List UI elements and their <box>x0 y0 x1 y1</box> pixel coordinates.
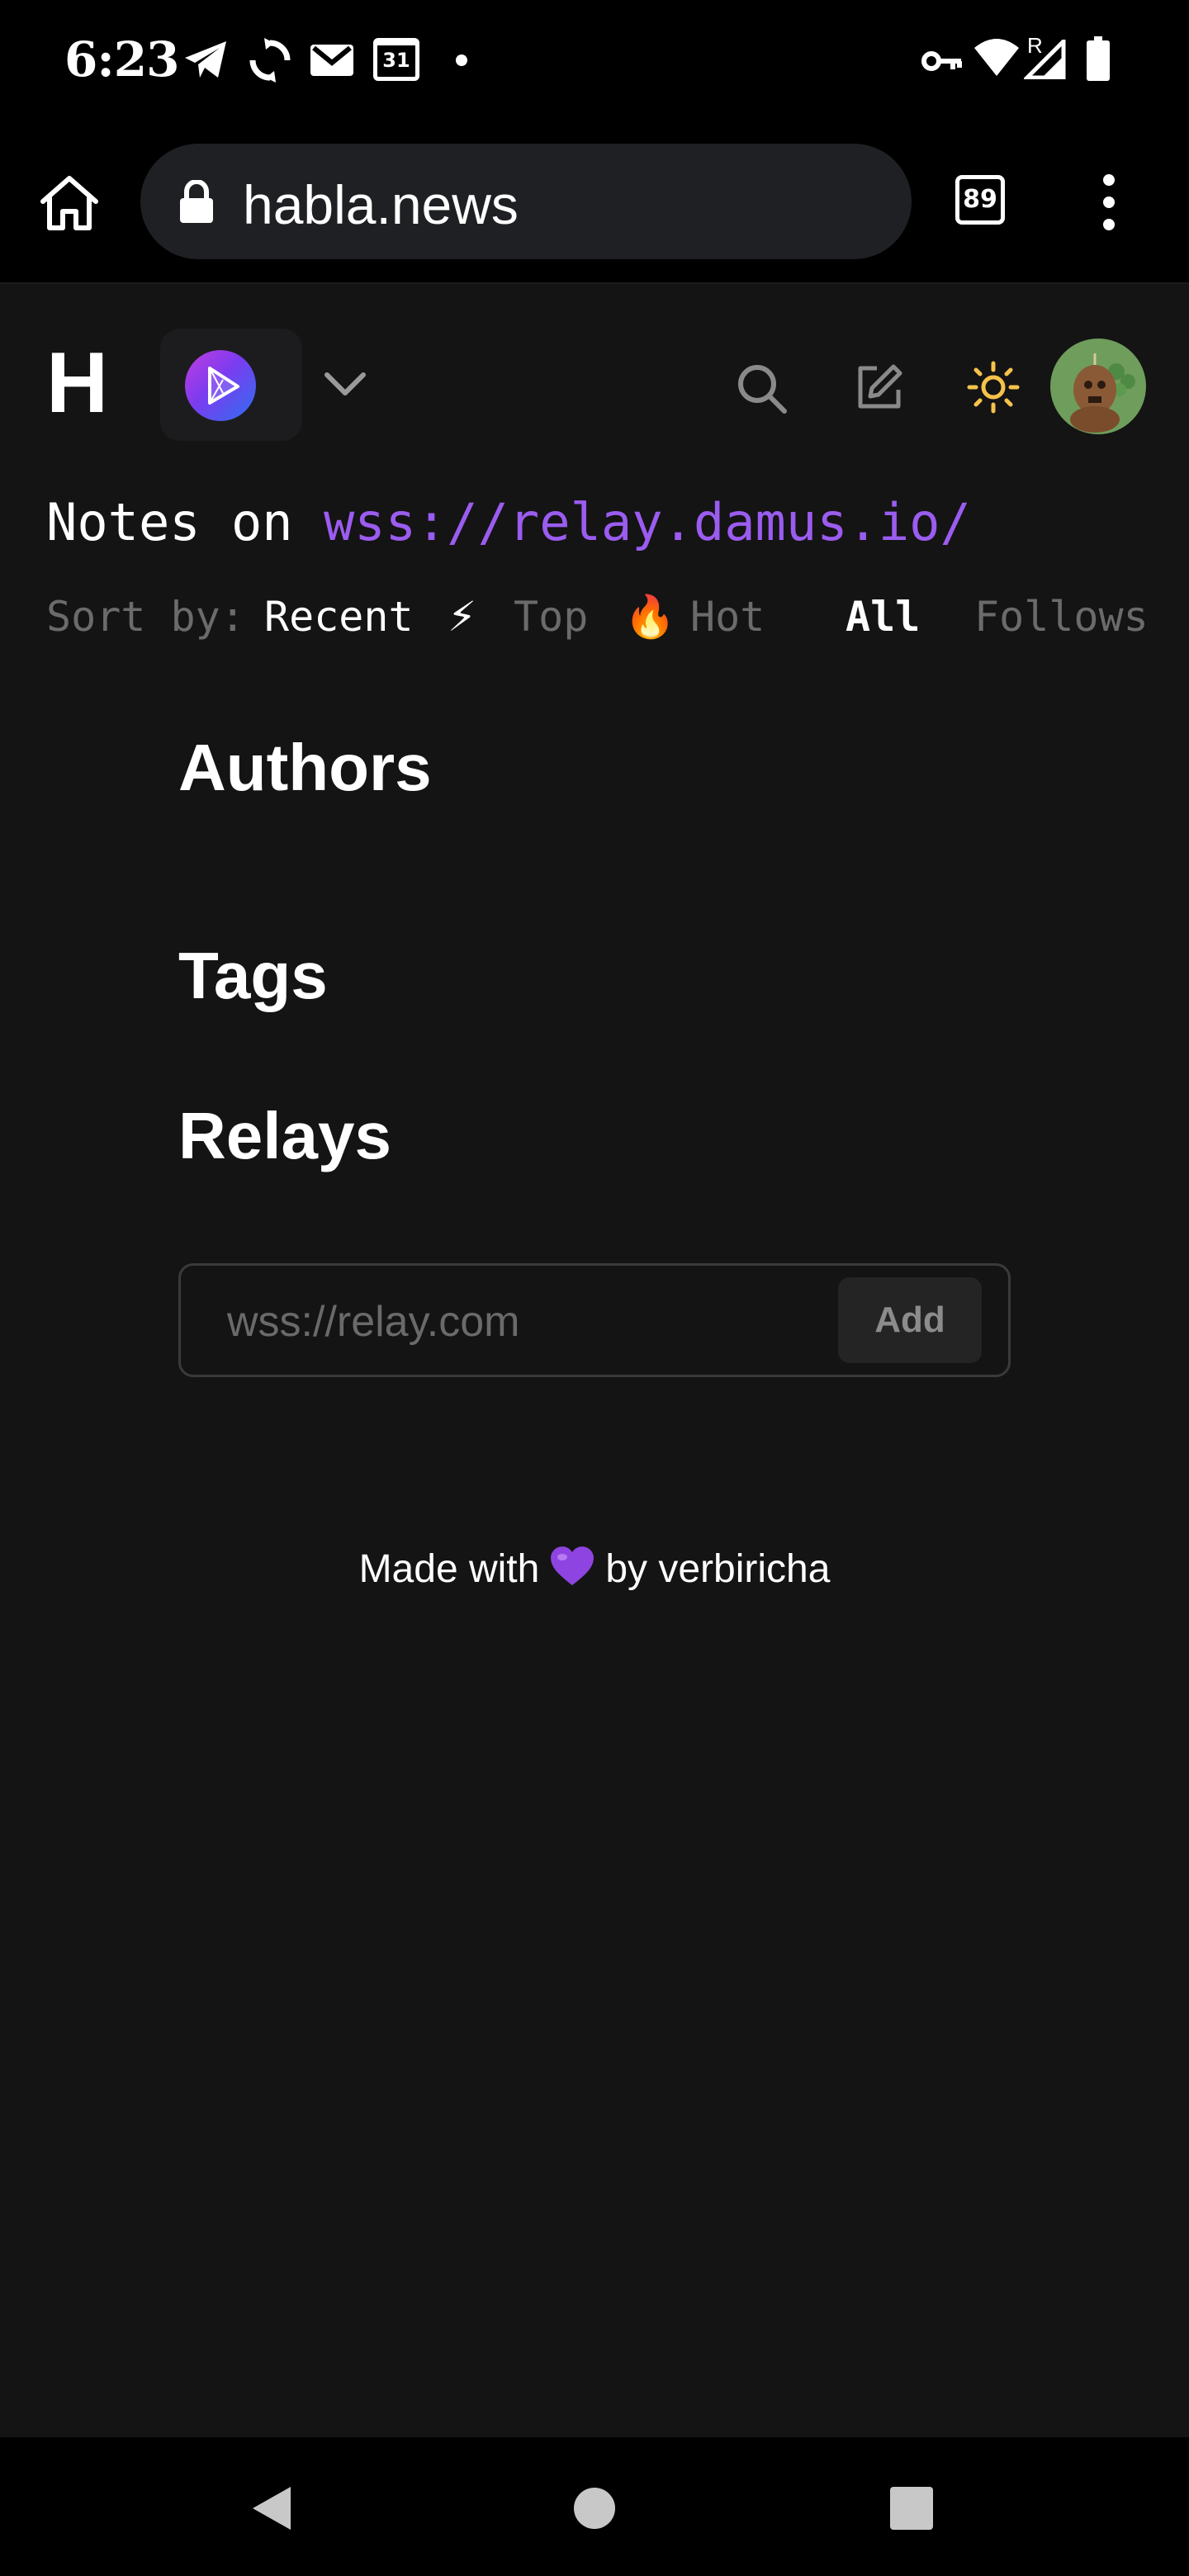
relay-input-group: Add <box>178 1263 1011 1377</box>
calendar-day: 31 <box>382 49 410 72</box>
vpn-key-icon <box>921 51 962 71</box>
lock-icon <box>180 180 213 223</box>
relay-url-link[interactable]: wss://relay.damus.io/ <box>324 492 971 552</box>
footer: Made with by verbiricha <box>0 1544 1189 1592</box>
more-menu-icon[interactable] <box>1097 173 1121 231</box>
tab-switcher-button[interactable]: 89 <box>955 175 1005 225</box>
calendar-icon: 31 <box>373 38 419 81</box>
relays-heading: Relays <box>178 1099 391 1172</box>
browser-toolbar: habla.news 89 <box>0 124 1189 284</box>
edit-icon[interactable] <box>854 362 905 413</box>
battery-icon <box>1087 36 1110 81</box>
system-nav-bar <box>0 2437 1189 2576</box>
search-icon[interactable] <box>735 362 789 416</box>
notes-prefix: Notes on <box>46 492 324 552</box>
sort-hot[interactable]: Hot <box>690 593 765 641</box>
home-icon[interactable] <box>36 170 102 236</box>
filter-follows[interactable]: Follows <box>974 593 1149 641</box>
purple-heart-icon <box>551 1546 594 1585</box>
chevron-down-icon[interactable] <box>324 370 367 398</box>
site-logo[interactable]: H <box>46 334 108 433</box>
lightning-icon: ⚡ <box>448 593 477 641</box>
sync-icon <box>249 38 291 83</box>
relay-url-input[interactable] <box>225 1290 823 1353</box>
sort-recent[interactable]: Recent <box>264 593 414 641</box>
footer-made-with: Made with <box>358 1547 540 1591</box>
page-title: Notes on wss://relay.damus.io/ <box>46 492 971 552</box>
back-icon[interactable] <box>248 2484 294 2533</box>
sort-top[interactable]: Top <box>514 593 588 641</box>
add-relay-button[interactable]: Add <box>838 1277 982 1363</box>
telegram-icon <box>185 41 226 78</box>
status-bar: 6:23 31 R <box>0 0 1189 124</box>
recents-icon[interactable] <box>890 2487 933 2530</box>
address-bar[interactable]: habla.news <box>140 144 912 259</box>
status-time: 6:23 <box>64 31 179 88</box>
sun-icon[interactable] <box>966 360 1021 414</box>
tags-heading: Tags <box>178 939 328 1012</box>
relay-selector[interactable] <box>160 329 302 441</box>
fire-icon: 🔥 <box>624 593 676 641</box>
footer-author[interactable]: by verbiricha <box>605 1547 830 1591</box>
home-nav-icon[interactable] <box>573 2487 616 2530</box>
relay-logo-icon <box>185 350 256 421</box>
signal-icon <box>1024 40 1066 79</box>
filter-all[interactable]: All <box>846 593 920 641</box>
wifi-icon <box>974 39 1019 76</box>
gmail-icon <box>310 45 353 76</box>
authors-heading: Authors <box>178 731 432 804</box>
avatar[interactable] <box>1050 339 1146 434</box>
url-text[interactable]: habla.news <box>243 173 519 236</box>
dot-icon <box>456 54 467 66</box>
sort-label: Sort by: <box>46 593 245 641</box>
